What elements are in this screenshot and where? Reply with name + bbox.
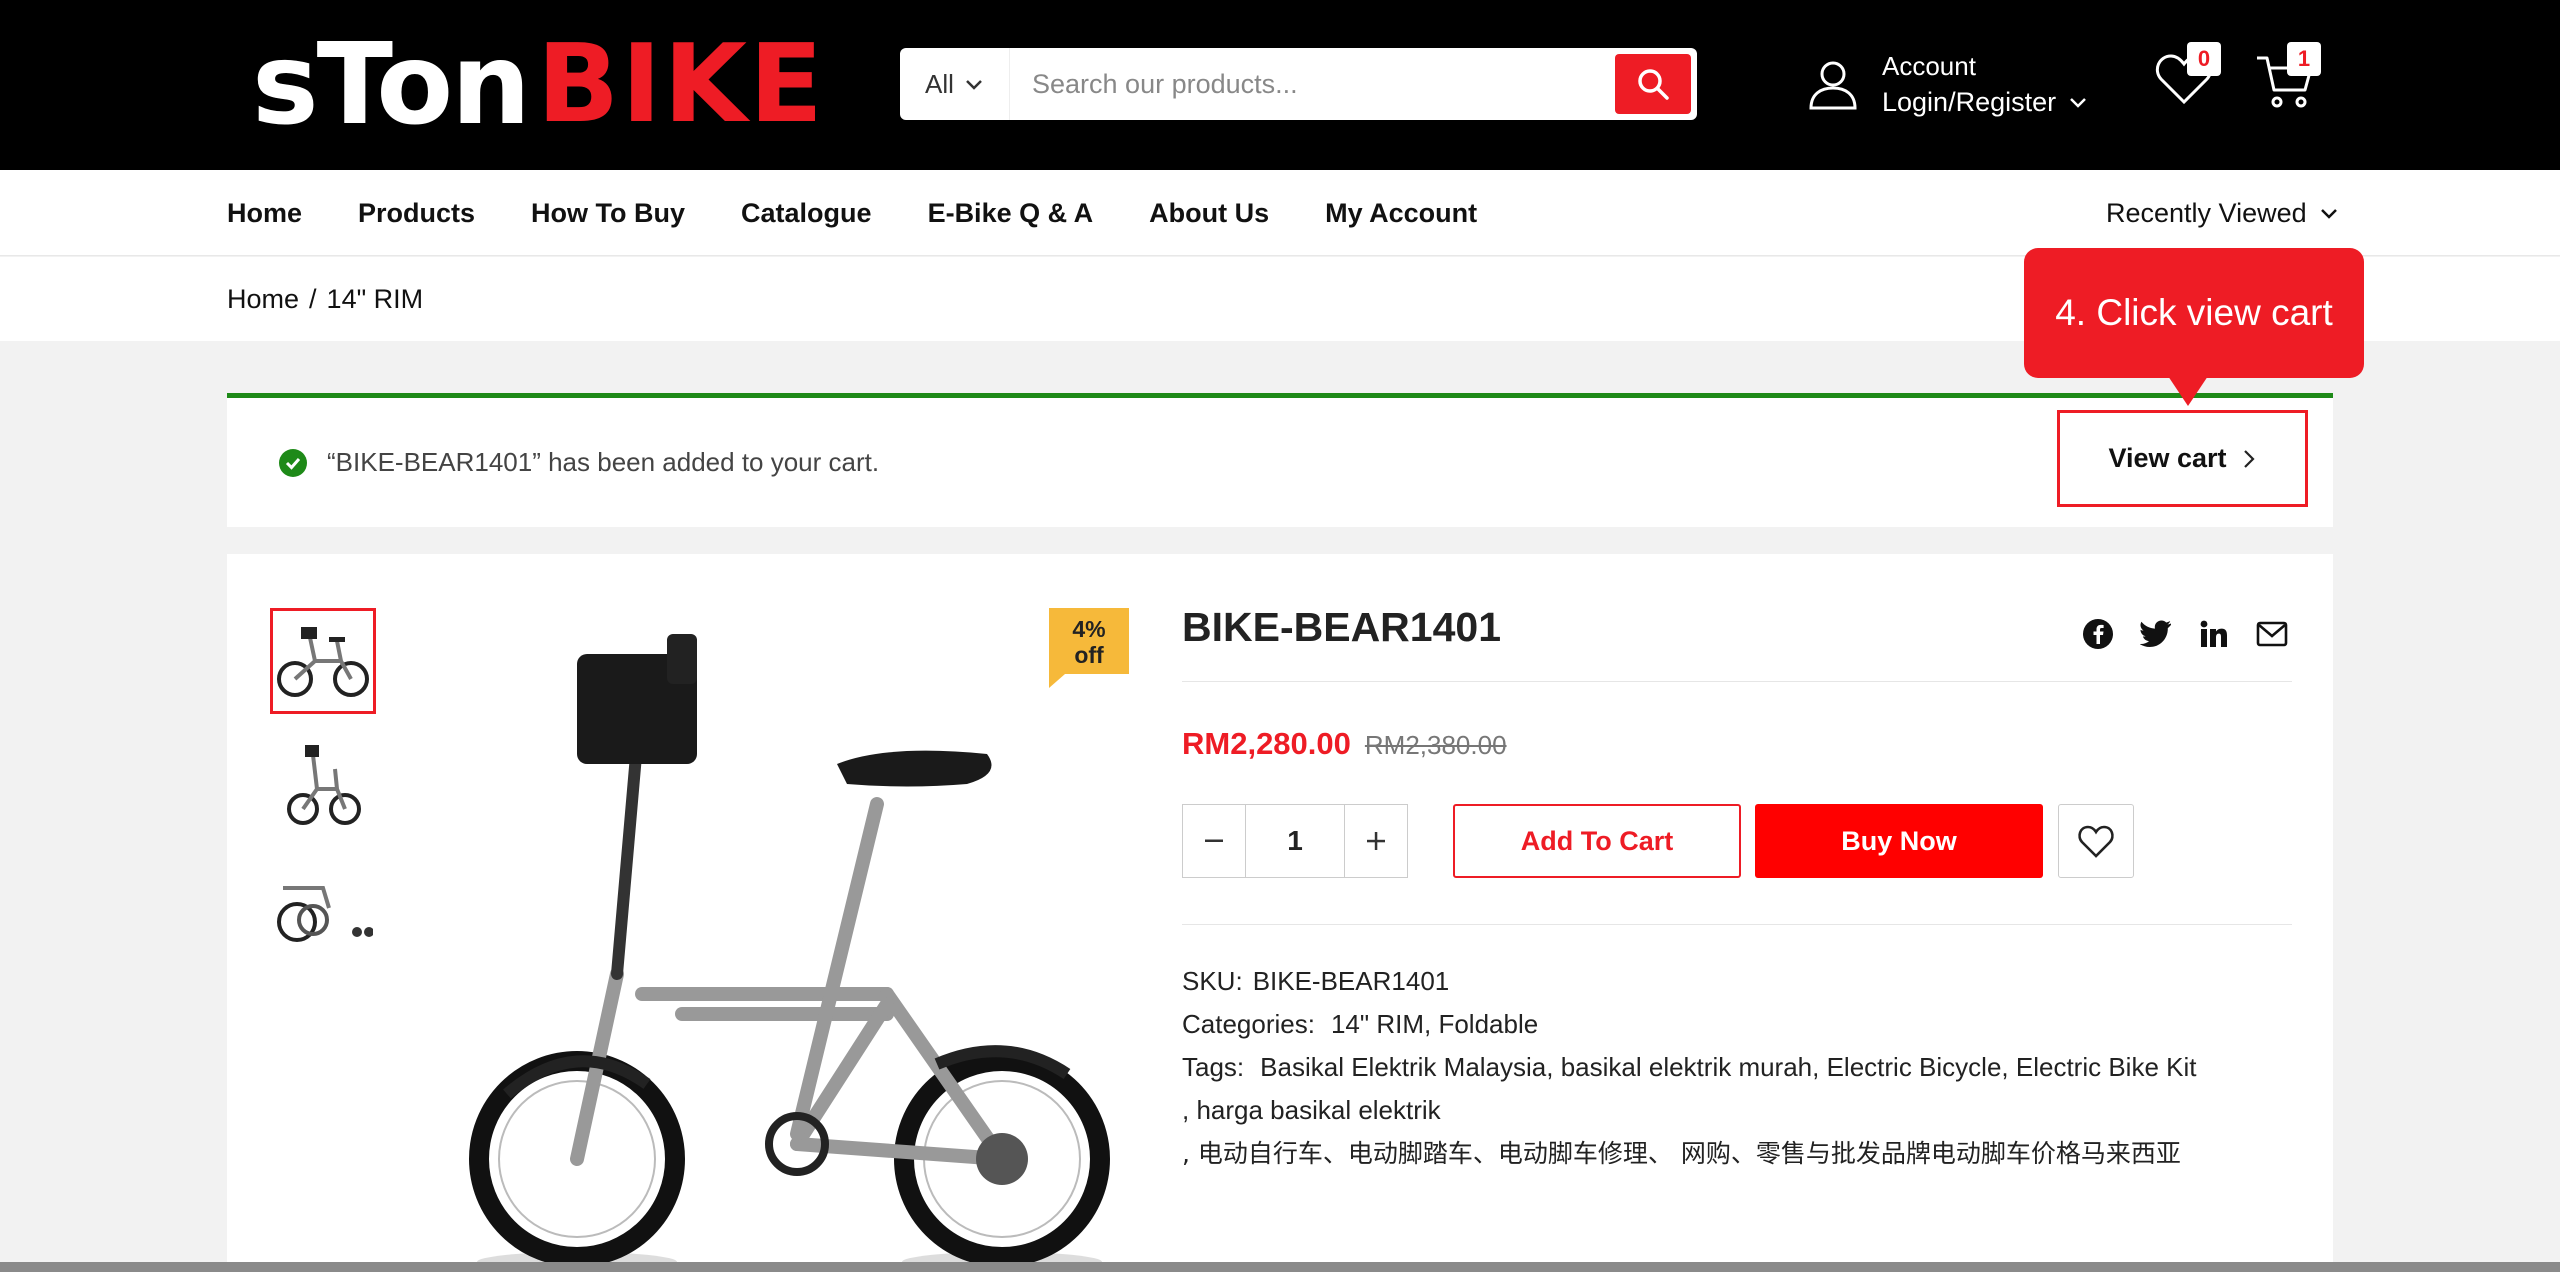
categories-label: Categories: <box>1182 1009 1315 1039</box>
facebook-icon[interactable] <box>2082 618 2114 650</box>
site-header: sTon BIKE All Account Login/Register 0 1 <box>0 0 2560 170</box>
discount-percent: 4% <box>1072 616 1106 642</box>
product-main-image[interactable] <box>447 614 1137 1272</box>
product-meta: SKU: BIKE-BEAR1401 Categories: 14" RIM, … <box>1182 960 2292 1175</box>
price-current: RM2,280.00 <box>1182 726 1351 761</box>
search-icon <box>1638 69 1669 100</box>
search-button[interactable] <box>1615 54 1691 114</box>
quantity-decrease-button[interactable] <box>1183 805 1245 877</box>
sku-row: SKU: BIKE-BEAR1401 <box>1182 960 2292 1003</box>
search-category-select[interactable]: All <box>900 48 1010 120</box>
heart-icon <box>2078 825 2114 858</box>
sku-label: SKU: <box>1182 966 1243 996</box>
cart-notice: “BIKE-BEAR1401” has been added to your c… <box>227 393 2333 527</box>
nav-item-how-to-buy[interactable]: How To Buy <box>531 198 685 229</box>
product-title: BIKE-BEAR1401 <box>1182 604 1501 650</box>
bike-image <box>469 634 1110 1272</box>
price-original: RM2,380.00 <box>1364 730 1507 760</box>
check-circle-icon <box>279 448 307 477</box>
recently-viewed-dropdown[interactable]: Recently Viewed <box>2106 170 2339 256</box>
search-category-label: All <box>925 68 954 99</box>
bike-image <box>277 627 369 697</box>
chevron-down-icon <box>966 80 982 90</box>
nav-item-products[interactable]: Products <box>358 198 475 229</box>
mail-icon[interactable] <box>2256 618 2288 650</box>
tag-link[interactable]: Basikal Elektrik Malaysia <box>1260 1046 1546 1089</box>
product-thumbnail[interactable] <box>270 734 376 840</box>
categories-row: Categories: 14" RIM, Foldable <box>1182 1003 2292 1046</box>
category-link[interactable]: 14" RIM <box>1331 1003 1424 1046</box>
cart-notice-message: “BIKE-BEAR1401” has been added to your c… <box>327 447 880 477</box>
product-thumbnail[interactable] <box>270 608 376 714</box>
breadcrumb-home[interactable]: Home <box>227 284 299 315</box>
twitter-icon[interactable] <box>2140 618 2172 650</box>
bike-image <box>277 886 373 942</box>
tag-link[interactable]: Electric Bike Kit <box>2016 1046 2197 1089</box>
tag-link[interactable]: Electric Bicycle <box>1827 1046 2002 1089</box>
quantity-stepper: 1 <box>1182 804 1408 878</box>
search-input[interactable] <box>1010 54 1615 114</box>
chevron-down-icon <box>2070 98 2086 108</box>
user-icon <box>1809 61 1857 110</box>
tag-link[interactable]: , harga basikal elektrik <box>1182 1089 1441 1132</box>
plus-icon <box>1367 832 1385 850</box>
main-nav: Home Products How To Buy Catalogue E-Bik… <box>0 170 2560 256</box>
minus-icon <box>1205 839 1223 842</box>
product-thumbnail[interactable] <box>270 860 376 966</box>
tag-link[interactable]: , 电动自行车、电动脚踏车、电动脚车修理、 网购、零售与批发品牌电动脚车价格马来… <box>1182 1132 2181 1175</box>
wishlist-button[interactable]: 0 <box>2155 42 2221 114</box>
product-price: RM2,280.00 RM2,380.00 <box>1182 726 1507 762</box>
add-to-cart-button[interactable]: Add To Cart <box>1453 804 1741 878</box>
quantity-increase-button[interactable] <box>1345 805 1407 877</box>
logo-text-red: BIKE <box>536 22 825 147</box>
product-panel: 4% off BIKE-BEAR1401 RM2,280.00 RM2,380.… <box>227 554 2333 1272</box>
tags-row-continued: , harga basikal elektrik <box>1182 1089 2292 1132</box>
nav-item-catalogue[interactable]: Catalogue <box>741 198 872 229</box>
logo-text-white: sTon <box>252 20 531 150</box>
view-cart-label: View cart <box>2108 443 2227 473</box>
tags-row: Tags: Basikal Elektrik Malaysia, basikal… <box>1182 1046 2292 1089</box>
cart-count-badge: 1 <box>2287 42 2321 76</box>
share-links <box>2082 618 2288 650</box>
account-label: Account <box>1882 51 1976 81</box>
chevron-down-icon <box>2320 209 2337 219</box>
tutorial-callout-pointer <box>2168 376 2208 406</box>
tags-label: Tags: <box>1182 1052 1245 1082</box>
nav-item-ebike-qa[interactable]: E-Bike Q & A <box>928 198 1094 229</box>
breadcrumb: Home / 14" RIM <box>227 257 423 341</box>
breadcrumb-separator: / <box>309 283 317 314</box>
tags-row-continued: , 电动自行车、电动脚踏车、电动脚车修理、 网购、零售与批发品牌电动脚车价格马来… <box>1182 1132 2292 1175</box>
login-register-link[interactable]: Login/Register <box>1882 84 2056 120</box>
linkedin-icon[interactable] <box>2198 618 2230 650</box>
buy-now-button[interactable]: Buy Now <box>1755 804 2043 878</box>
view-cart-button[interactable]: View cart <box>2057 410 2308 507</box>
bike-image <box>287 745 361 825</box>
tutorial-callout: 4. Click view cart <box>2024 248 2364 378</box>
discount-badge: 4% off <box>1049 608 1129 674</box>
discount-badge-tail <box>1049 674 1065 688</box>
site-logo[interactable]: sTon BIKE <box>252 20 825 150</box>
account-menu[interactable]: Account Login/Register <box>1808 48 2088 120</box>
nav-item-home[interactable]: Home <box>227 198 302 229</box>
search-bar: All <box>900 48 1697 120</box>
category-link[interactable]: Foldable <box>1438 1003 1538 1046</box>
recently-viewed-label: Recently Viewed <box>2106 197 2307 228</box>
discount-off-label: off <box>1074 642 1104 668</box>
wishlist-count-badge: 0 <box>2187 42 2221 76</box>
divider <box>1182 924 2292 925</box>
nav-item-my-account[interactable]: My Account <box>1325 198 1477 229</box>
cart-button[interactable]: 1 <box>2255 42 2321 114</box>
chevron-right-icon <box>2243 449 2255 468</box>
nav-item-about-us[interactable]: About Us <box>1149 198 1269 229</box>
tag-link[interactable]: basikal elektrik murah <box>1561 1046 1812 1089</box>
breadcrumb-current: 14" RIM <box>326 283 424 314</box>
quantity-input[interactable]: 1 <box>1245 805 1345 877</box>
window-bottom-strip <box>0 1262 2560 1272</box>
sku-value: BIKE-BEAR1401 <box>1252 966 1450 996</box>
add-to-wishlist-button[interactable] <box>2058 804 2134 878</box>
divider <box>1182 681 2292 682</box>
